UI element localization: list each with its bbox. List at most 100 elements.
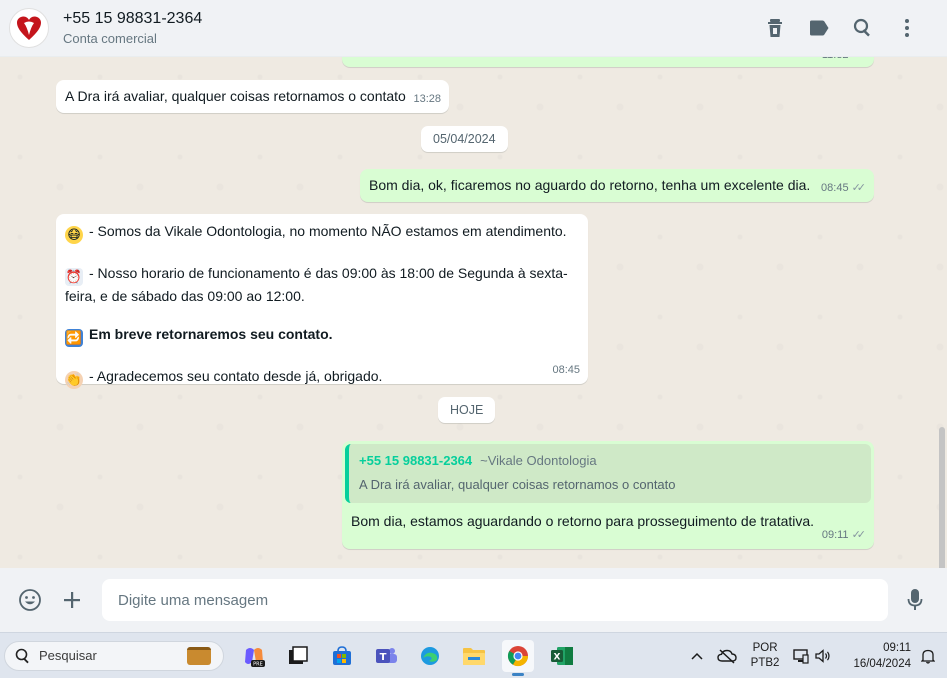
- message-time: 09:11 ✓✓: [822, 525, 866, 545]
- contact-info[interactable]: +55 15 98831-2364 Conta comercial: [63, 9, 202, 48]
- quote-text: A Dra irá avaliar, qualquer coisas retor…: [359, 477, 676, 492]
- contact-name: +55 15 98831-2364: [63, 9, 203, 27]
- message-time: 08:45 ✓✓: [821, 178, 866, 198]
- windows-taskbar: Pesquisar PRE T X POR PTB2 09:11 16/04/2…: [0, 632, 947, 678]
- chat-header: +55 15 98831-2364 Conta comercial: [0, 0, 947, 57]
- excel-icon: X: [551, 646, 573, 665]
- read-ticks-icon: ✓✓: [851, 182, 867, 194]
- message-line: ⏰ - Nosso horario de funcionamento é das …: [65, 263, 579, 286]
- taskbar-chrome[interactable]: [502, 639, 534, 676]
- search-icon: [15, 648, 29, 663]
- volume-icon: [815, 648, 831, 663]
- taskbar-store[interactable]: [326, 640, 358, 672]
- message-text: Bom dia, estamos aguardando o retorno pa…: [351, 513, 815, 529]
- taskbar-search-label: Pesquisar: [39, 648, 97, 663]
- taskbar-edge[interactable]: [414, 640, 446, 672]
- message-list[interactable]: 11:32✓✓ A Dra irá avaliar, qualquer cois…: [0, 57, 947, 568]
- message-time: 11:32✓✓: [822, 57, 866, 65]
- language-code: POR: [752, 641, 778, 654]
- quote-author: +55 15 98831-2364: [359, 453, 473, 468]
- date-separator: 05/04/2024: [421, 126, 508, 152]
- svg-text:T: T: [380, 652, 387, 663]
- message-line: 👏 - Agradecemos seu contato desde já, obr…: [65, 366, 579, 389]
- message-line-text: Em breve retornaremos seu contato.: [89, 326, 333, 342]
- message-out[interactable]: Bom dia, ok, ficaremos no aguardo do ret…: [360, 169, 874, 202]
- menu-button[interactable]: [885, 8, 929, 48]
- taskbar-excel[interactable]: X: [546, 640, 578, 672]
- label-button[interactable]: [797, 8, 841, 48]
- teams-icon: T: [376, 647, 397, 663]
- message-time: 13:28: [413, 89, 441, 109]
- taskbar-teams[interactable]: T: [370, 640, 402, 672]
- chevron-up-icon: [691, 652, 703, 660]
- emoji-icon: [19, 589, 41, 611]
- tray-cloud-button[interactable]: [716, 648, 737, 664]
- message-timestamp: 13:28: [413, 93, 441, 105]
- language-indicator[interactable]: POR PTB2: [751, 641, 780, 671]
- chrome-icon: [507, 645, 529, 666]
- attach-button[interactable]: [54, 582, 90, 618]
- folder-icon: [463, 647, 485, 665]
- logo-icon: [17, 16, 41, 40]
- clapping-hands-icon: 👏: [65, 371, 83, 389]
- search-icon: [853, 18, 870, 37]
- date-separator: HOJE: [438, 397, 496, 423]
- repeat-icon: 🔁: [65, 329, 83, 347]
- message-line-text: - Somos da Vikale Odontologia, no moment…: [89, 223, 567, 239]
- message-line: 😷 - Somos da Vikale Odontologia, no momen…: [65, 221, 579, 244]
- cloud-offline-icon: [716, 648, 737, 664]
- message-time: 08:45: [552, 360, 580, 380]
- tray-overflow-button[interactable]: [691, 652, 703, 660]
- contact-avatar[interactable]: [9, 8, 49, 48]
- message-out-partial[interactable]: 11:32✓✓: [342, 57, 874, 67]
- message-in-auto-reply[interactable]: 😷 - Somos da Vikale Odontologia, no momen…: [56, 214, 588, 389]
- search-button[interactable]: [841, 8, 885, 48]
- taskbar-copilot[interactable]: PRE: [238, 640, 270, 672]
- message-out-reply[interactable]: +55 15 98831-2364 ~Vikale Odontologia A D…: [342, 441, 874, 549]
- task-view-icon: [289, 645, 308, 664]
- tray-network-volume[interactable]: [793, 648, 831, 664]
- plus-icon: [64, 592, 80, 608]
- label-icon: [810, 20, 829, 36]
- emoji-button[interactable]: [12, 582, 48, 618]
- message-line-text: - Agradecemos seu contato desde já, obri…: [89, 368, 383, 384]
- message-timestamp: 09:11: [821, 529, 849, 541]
- system-tray: POR PTB2 09:11 16/04/2024: [677, 633, 935, 678]
- notifications-button[interactable]: [921, 648, 935, 664]
- alarm-clock-icon: ⏰: [65, 268, 83, 286]
- archive-icon: [768, 19, 782, 37]
- mic-icon: [907, 589, 923, 610]
- header-actions: [753, 8, 929, 48]
- message-line: 🔁 Em breve retornaremos seu contato.: [65, 324, 579, 347]
- taskbar-search[interactable]: Pesquisar: [4, 640, 224, 671]
- edge-icon: [421, 646, 439, 665]
- mask-face-icon: 😷: [65, 226, 83, 244]
- taskbar-task-view[interactable]: [282, 640, 314, 672]
- quote-tag: ~Vikale Odontologia: [480, 453, 597, 468]
- taskbar-file-explorer[interactable]: [458, 640, 490, 672]
- chat-scrollbar[interactable]: [939, 427, 945, 568]
- contact-subtitle: Conta comercial: [63, 30, 157, 46]
- message-in[interactable]: A Dra irá avaliar, qualquer coisas retor…: [56, 80, 449, 113]
- bell-icon: [921, 649, 935, 664]
- message-input[interactable]: [102, 579, 888, 621]
- composer: [0, 568, 947, 632]
- svg-text:X: X: [554, 652, 561, 662]
- message-text: A Dra irá avaliar, qualquer coisas retor…: [65, 88, 406, 104]
- keyboard-layout: PTB2: [750, 656, 780, 669]
- clock-date: 16/04/2024: [853, 657, 911, 670]
- archive-button[interactable]: [753, 8, 797, 48]
- menu-icon: [905, 19, 909, 37]
- message-timestamp: 08:45: [821, 182, 849, 194]
- taskbar-clock[interactable]: 09:11 16/04/2024: [853, 640, 911, 672]
- message-timestamp: 11:32: [822, 57, 849, 65]
- copilot-icon: PRE: [245, 647, 265, 667]
- svg-text:PRE: PRE: [253, 661, 263, 667]
- store-icon: [333, 645, 351, 665]
- message-line: feira, e de sábado das 09:00 ao 12:00.: [65, 288, 305, 304]
- message-line-text: - Nosso horario de funcionamento é das 0…: [89, 265, 568, 281]
- quoted-message[interactable]: +55 15 98831-2364 ~Vikale Odontologia A D…: [345, 444, 871, 503]
- read-ticks-icon: ✓✓: [851, 529, 867, 541]
- clock-time: 09:11: [883, 641, 911, 654]
- voice-button[interactable]: [897, 582, 933, 618]
